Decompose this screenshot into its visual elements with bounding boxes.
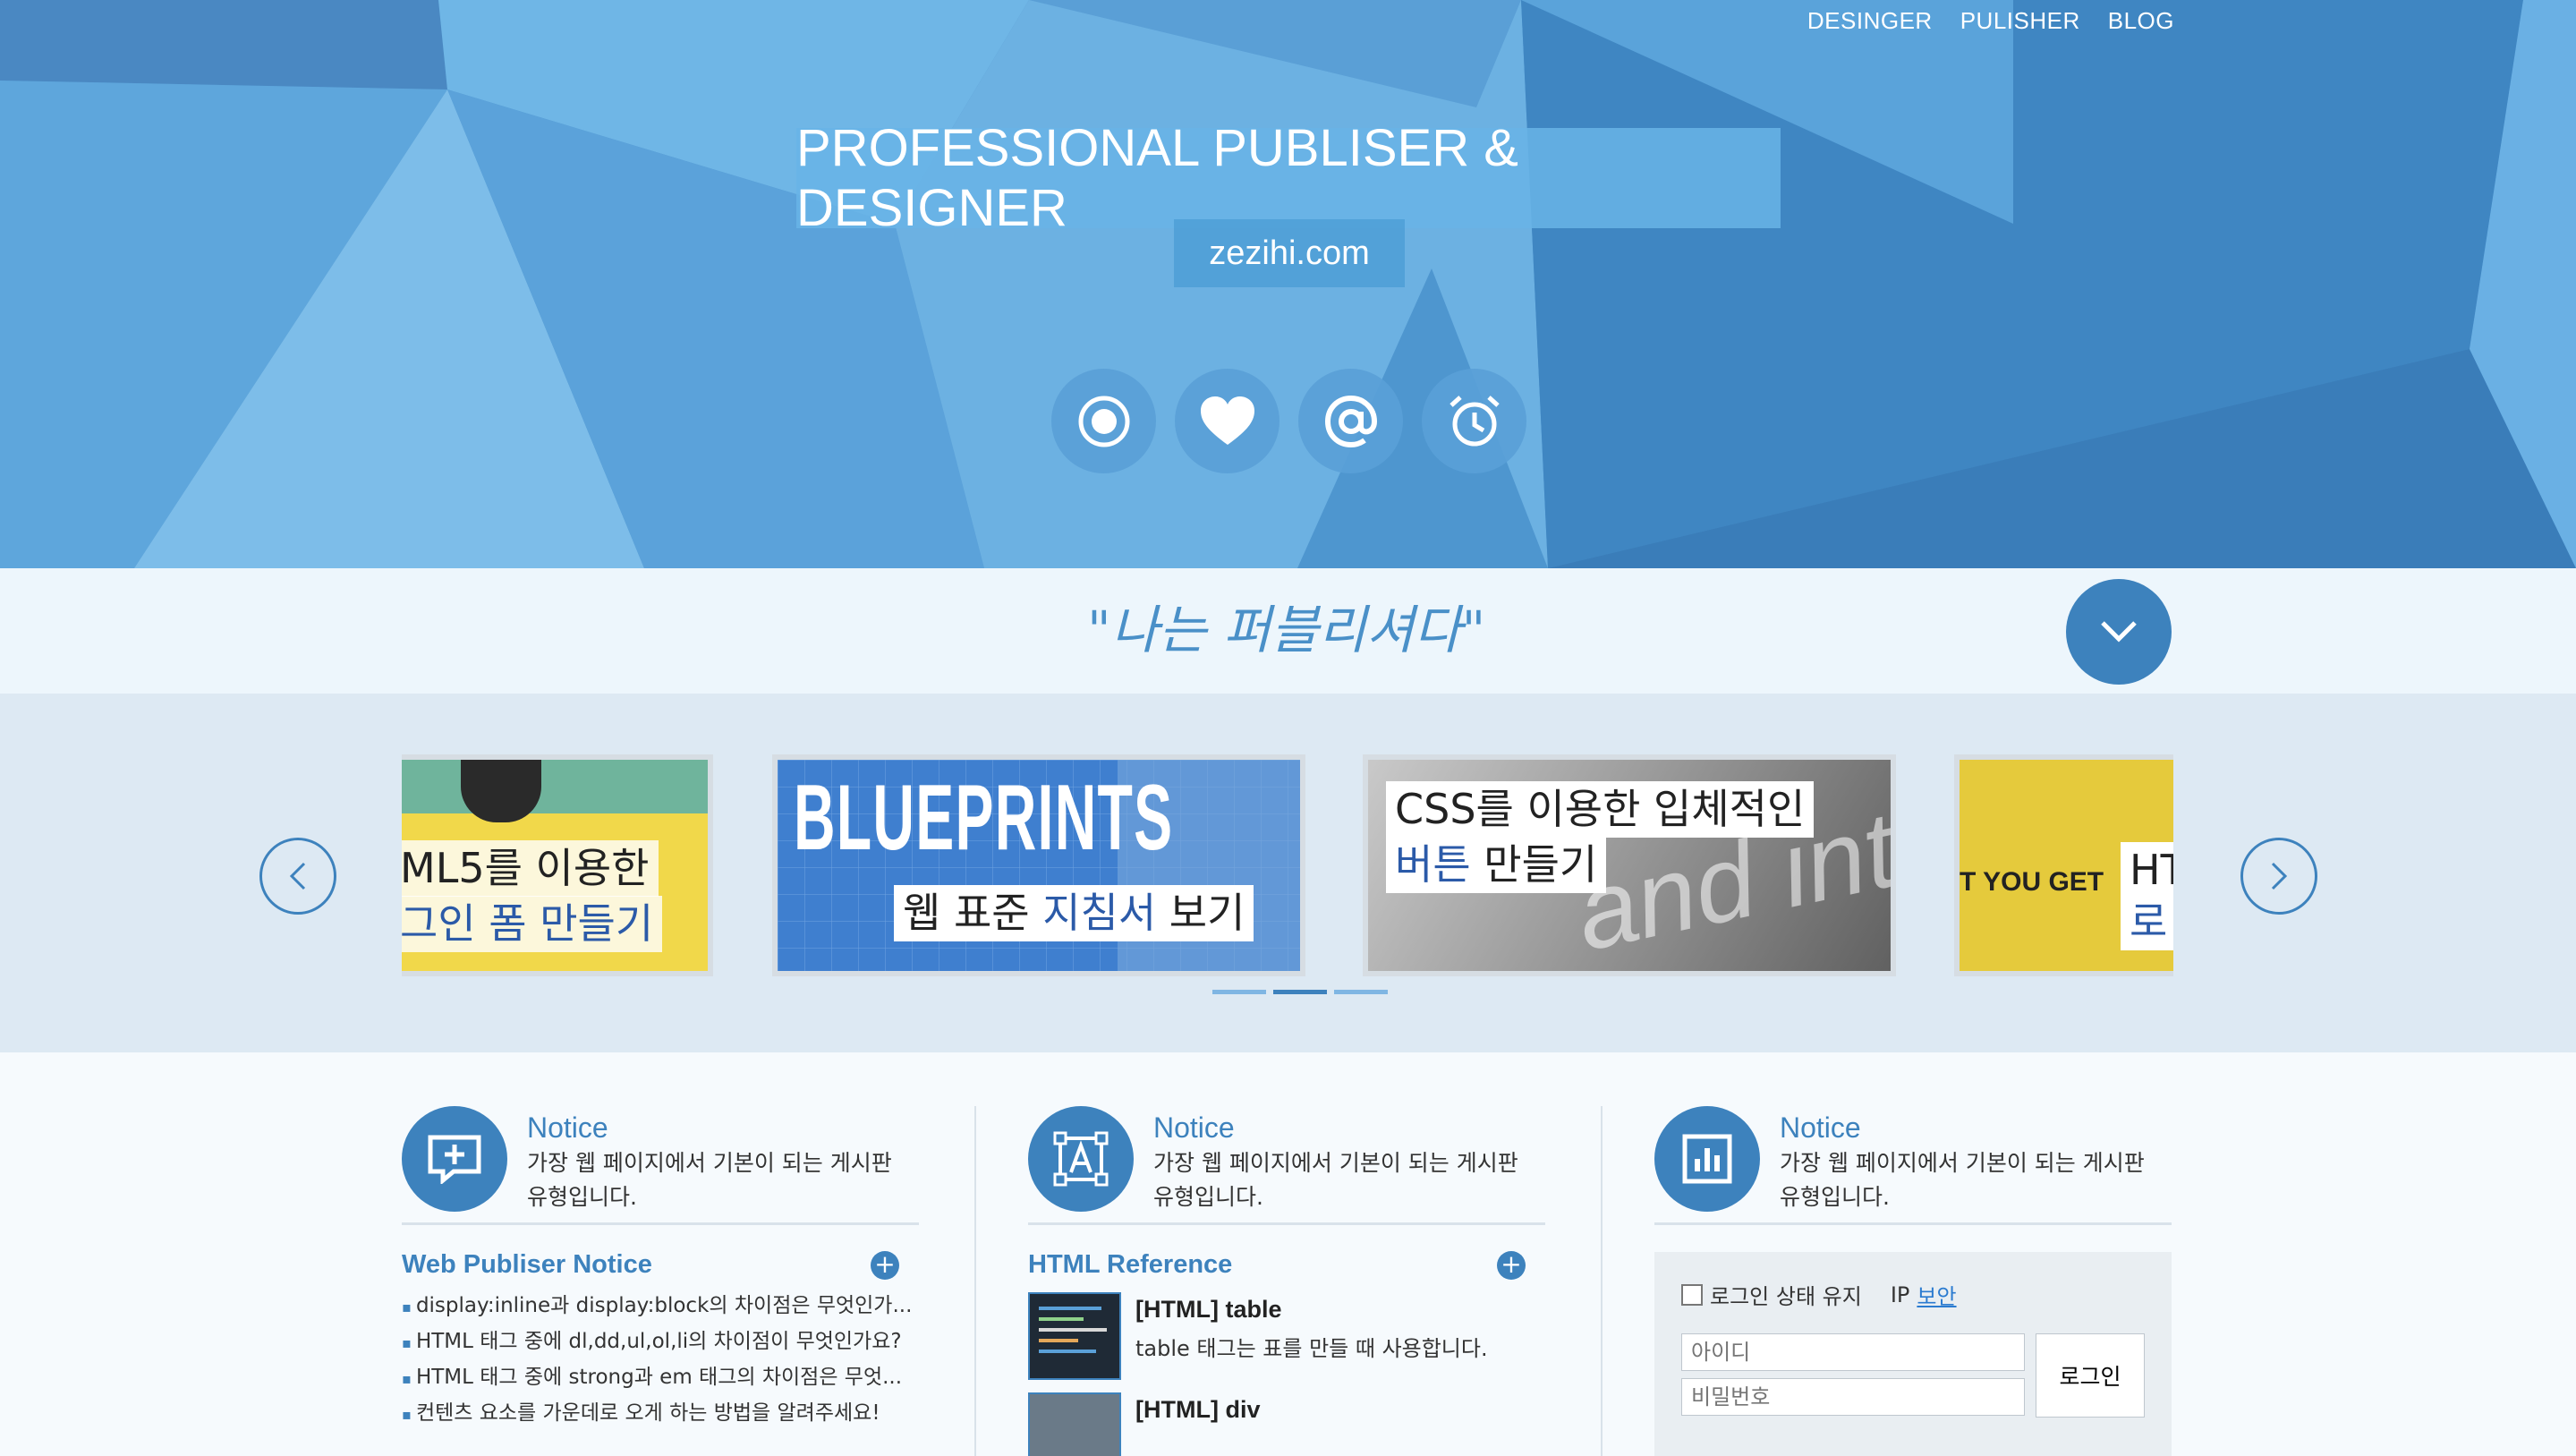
column-description: 가장 웹 페이지에서 기본이 되는 게시판 유형입니다. (527, 1150, 892, 1210)
slider-prev-button[interactable] (259, 838, 336, 915)
at-icon[interactable] (1298, 369, 1403, 473)
slide-caption-line2: 버튼 만들기 (1386, 837, 1607, 894)
slide-html-partial[interactable]: T YOU GET HT 로 (1954, 754, 2173, 976)
id-input[interactable] (1681, 1333, 2025, 1371)
nav-item-blog[interactable]: BLOG (2108, 7, 2174, 35)
content-columns: Notice 가장 웹 페이지에서 기본이 되는 게시판 유형입니다. Web … (0, 1052, 2576, 1456)
hero-title: PROFESSIONAL PUBLISER & DESIGNER (796, 119, 1781, 237)
chevron-left-icon (289, 862, 306, 890)
column-header: Notice 가장 웹 페이지에서 기본이 되는 게시판 유형입니다. (1654, 1106, 2172, 1225)
caption-part: 웹 표준 (903, 889, 1043, 937)
slide-caption-line1: HT (2121, 842, 2173, 899)
login-inputs (1681, 1333, 2025, 1418)
caption-part: 만들기 (1470, 840, 1598, 889)
ip-label: IP (1890, 1281, 1910, 1307)
slide-caption: 웹 표준 지침서 보기 (894, 885, 1254, 942)
more-button[interactable]: + (1497, 1250, 1526, 1280)
slider-dot[interactable] (1334, 990, 1388, 994)
column-divider (974, 1106, 976, 1456)
slider-dot[interactable] (1212, 990, 1266, 994)
add-note-icon (402, 1106, 507, 1212)
column-web-notice: Notice 가장 웹 페이지에서 기본이 되는 게시판 유형입니다. Web … (402, 1106, 919, 1432)
slider-next-button[interactable] (2240, 838, 2317, 915)
caption-highlight: 지침서 (1042, 889, 1157, 937)
target-icon[interactable] (1051, 369, 1156, 473)
caption-part: 보기 (1156, 889, 1245, 937)
alarm-clock-icon[interactable] (1422, 369, 1526, 473)
nav-item-designer[interactable]: DESINGER (1807, 7, 1933, 35)
slider-track: ML5를 이용한 그인 폼 만들기 BLUEPRINTS 웹 표준 지침서 보기… (402, 754, 2173, 976)
login-button[interactable]: 로그인 (2036, 1333, 2145, 1418)
reference-title: [HTML] div (1135, 1396, 1261, 1423)
login-options: 로그인 상태 유지 IP 보안 (1681, 1279, 2145, 1310)
reference-thumbnail (1028, 1392, 1121, 1456)
column-title: Notice (1153, 1111, 1235, 1144)
slider-pagination (1212, 990, 1388, 994)
nav-item-publisher[interactable]: PULISHER (1960, 7, 2080, 35)
login-box: 로그인 상태 유지 IP 보안 로그인 (1654, 1252, 2172, 1456)
bar-chart-icon (1654, 1106, 1760, 1212)
login-fields: 로그인 (1681, 1333, 2145, 1418)
scroll-down-button[interactable] (2066, 579, 2172, 685)
reference-thumbnail (1028, 1292, 1121, 1380)
list-item[interactable]: HTML 태그 중에 strong과 em 태그의 차이점은 무엇... (402, 1360, 919, 1396)
chevron-right-icon (2271, 862, 2288, 890)
list-item[interactable]: HTML 태그 중에 dl,dd,ul,ol,li의 차이점이 무엇인가요? (402, 1324, 919, 1360)
reference-item[interactable]: [HTML] div (1028, 1392, 1545, 1456)
list-item[interactable]: display:inline과 display:block의 차이점은 무엇인가… (402, 1289, 919, 1324)
slide-side-text: T YOU GET (1960, 867, 2104, 897)
section-header: Web Publiser Notice + (402, 1250, 919, 1280)
slide-decoration (461, 760, 541, 822)
text-frame-icon (1028, 1106, 1134, 1212)
slide-caption-line1: CSS를 이용한 입체적인 (1386, 781, 1815, 839)
column-title: Notice (527, 1111, 608, 1144)
section-title: HTML Reference (1028, 1250, 1233, 1279)
column-header: Notice 가장 웹 페이지에서 기본이 되는 게시판 유형입니다. (402, 1106, 919, 1225)
reference-description: table 태그는 표를 만들 때 사용합니다. (1135, 1336, 1488, 1361)
slide-html5-login-form[interactable]: ML5를 이용한 그인 폼 만들기 (402, 754, 713, 976)
section-title: Web Publiser Notice (402, 1250, 652, 1279)
reference-item[interactable]: [HTML] table table 태그는 표를 만들 때 사용합니다. (1028, 1292, 1545, 1380)
hero-icon-group (1051, 369, 1526, 473)
chevron-down-icon (2101, 621, 2137, 643)
more-button[interactable]: + (871, 1250, 899, 1280)
heart-icon[interactable] (1175, 369, 1279, 473)
column-description: 가장 웹 페이지에서 기본이 되는 게시판 유형입니다. (1780, 1150, 2145, 1210)
slide-caption-line2: 로 (2121, 894, 2173, 951)
notice-list: display:inline과 display:block의 차이점은 무엇인가… (402, 1289, 919, 1432)
reference-title: [HTML] table (1135, 1296, 1282, 1323)
keep-login-label: 로그인 상태 유지 (1710, 1284, 1862, 1309)
top-navigation: DESINGER PULISHER BLOG (1807, 7, 2174, 35)
slogan-text: "나는 퍼블리셔다" (1087, 600, 1486, 660)
slider-dot-active[interactable] (1273, 990, 1327, 994)
column-divider (1601, 1106, 1603, 1456)
caption-highlight: 버튼 (1395, 840, 1471, 889)
slide-blueprints[interactable]: BLUEPRINTS 웹 표준 지침서 보기 (772, 754, 1305, 976)
column-title: Notice (1780, 1111, 1861, 1144)
slide-decoration (402, 760, 708, 813)
password-input[interactable] (1681, 1378, 2025, 1416)
column-html-reference: Notice 가장 웹 페이지에서 기본이 되는 게시판 유형입니다. HTML… (1028, 1106, 1545, 1456)
keep-login-checkbox[interactable] (1681, 1283, 1703, 1306)
column-header: Notice 가장 웹 페이지에서 기본이 되는 게시판 유형입니다. (1028, 1106, 1545, 1225)
ip-security-link[interactable]: 보안 (1917, 1279, 1956, 1310)
slide-caption-line1: ML5를 이용한 (402, 840, 659, 898)
slide-caption-line2: 그인 폼 만들기 (402, 896, 663, 953)
slide-big-title: BLUEPRINTS (794, 766, 1174, 870)
column-login: Notice 가장 웹 페이지에서 기본이 되는 게시판 유형입니다. 로그인 … (1654, 1106, 2172, 1456)
slide-css-3d-button[interactable]: and inte CSS를 이용한 입체적인 버튼 만들기 (1363, 754, 1896, 976)
hero-subtitle: zezihi.com (1174, 219, 1405, 287)
hero-banner: DESINGER PULISHER BLOG PROFESSIONAL PUBL… (0, 0, 2576, 568)
section-header: HTML Reference + (1028, 1250, 1545, 1280)
slogan-bar: "나는 퍼블리셔다" (0, 568, 2576, 694)
list-item[interactable]: 컨텐츠 요소를 가운데로 오게 하는 방법을 알려주세요! (402, 1396, 919, 1432)
column-description: 가장 웹 페이지에서 기본이 되는 게시판 유형입니다. (1153, 1150, 1518, 1210)
post-slider: ML5를 이용한 그인 폼 만들기 BLUEPRINTS 웹 표준 지침서 보기… (0, 694, 2576, 1052)
